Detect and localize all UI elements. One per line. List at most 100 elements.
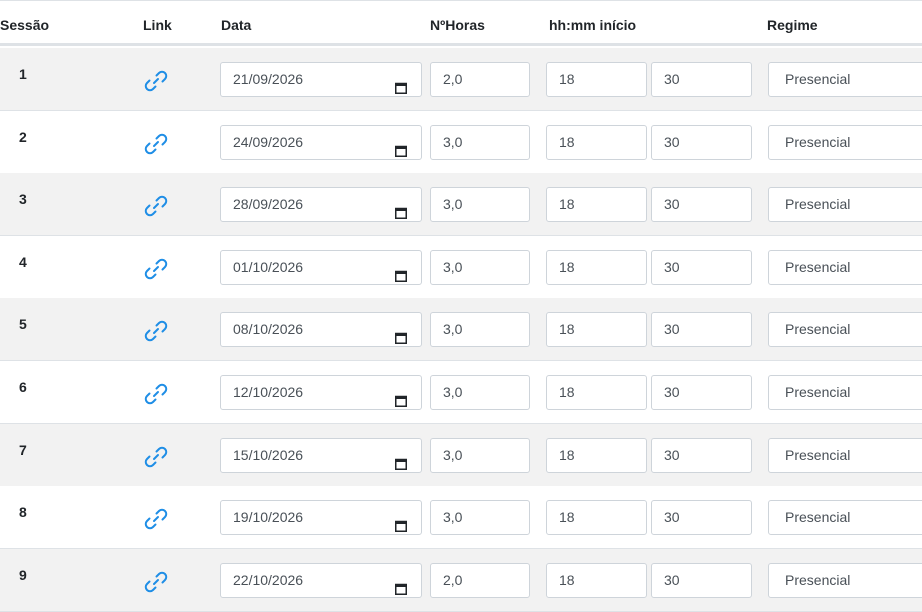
- start-minute-input[interactable]: 30: [651, 312, 752, 348]
- link-icon[interactable]: [143, 193, 169, 219]
- calendar-icon[interactable]: [395, 198, 407, 220]
- link-icon[interactable]: [143, 318, 169, 344]
- date-value: 22/10/2026: [233, 571, 304, 588]
- start-hour-value: 18: [559, 196, 575, 213]
- start-hour-input[interactable]: 18: [546, 375, 647, 410]
- calendar-icon[interactable]: [395, 511, 407, 533]
- start-hour-input[interactable]: 18: [546, 187, 647, 223]
- sessions-table: Sessão Link Data NºHoras hh:mm início Re…: [0, 0, 922, 612]
- start-minute-value: 30: [664, 196, 680, 213]
- date-input[interactable]: 24/09/2026: [220, 124, 422, 160]
- regime-select[interactable]: Presencial: [768, 562, 922, 598]
- calendar-icon[interactable]: [395, 386, 407, 407]
- table-row: 3 28/09/2026 3,0 18 30 Presencial: [0, 173, 922, 237]
- date-input[interactable]: 21/09/2026: [220, 62, 422, 97]
- start-minute-input[interactable]: 30: [651, 249, 752, 285]
- start-minute-input[interactable]: 30: [651, 124, 752, 160]
- link-icon[interactable]: [143, 68, 169, 94]
- hours-input[interactable]: 3,0: [430, 124, 530, 160]
- start-minute-input[interactable]: 30: [651, 187, 752, 223]
- header-data: Data: [221, 17, 252, 33]
- start-minute-input[interactable]: 30: [651, 562, 752, 598]
- date-value: 08/10/2026: [233, 321, 304, 338]
- calendar-icon[interactable]: [395, 261, 407, 282]
- session-number: 8: [19, 504, 27, 521]
- session-number: 1: [19, 66, 27, 82]
- date-value: 28/09/2026: [233, 196, 304, 213]
- start-hour-input[interactable]: 18: [546, 124, 647, 160]
- date-value: 12/10/2026: [233, 384, 304, 400]
- start-hour-value: 18: [559, 71, 575, 87]
- hours-input[interactable]: 3,0: [430, 312, 530, 348]
- start-hour-value: 18: [559, 446, 575, 463]
- regime-select[interactable]: Presencial: [768, 124, 922, 160]
- date-input[interactable]: 22/10/2026: [220, 562, 422, 598]
- start-hour-value: 18: [559, 133, 575, 150]
- start-hour-input[interactable]: 18: [546, 437, 647, 473]
- hours-value: 3,0: [443, 509, 463, 526]
- start-hour-input[interactable]: 18: [546, 562, 647, 598]
- link-icon[interactable]: [143, 131, 169, 157]
- header-hhmm-inicio: hh:mm início: [549, 17, 637, 33]
- date-input[interactable]: 01/10/2026: [220, 249, 422, 285]
- regime-select[interactable]: Presencial: [768, 312, 922, 348]
- hours-value: 3,0: [443, 321, 463, 338]
- link-icon[interactable]: [143, 256, 169, 282]
- regime-select[interactable]: Presencial: [768, 375, 922, 410]
- session-number: 6: [19, 379, 27, 395]
- hours-input[interactable]: 3,0: [430, 437, 530, 473]
- session-number: 7: [19, 441, 27, 458]
- hours-input[interactable]: 2,0: [430, 562, 530, 598]
- calendar-icon[interactable]: [395, 136, 407, 157]
- link-icon[interactable]: [143, 381, 169, 407]
- start-hour-input[interactable]: 18: [546, 312, 647, 348]
- start-hour-input[interactable]: 18: [546, 249, 647, 285]
- calendar-icon[interactable]: [395, 323, 407, 345]
- hours-value: 3,0: [443, 258, 463, 275]
- table-row: 8 19/10/2026 3,0 18 30 Presencial: [0, 486, 922, 550]
- link-icon[interactable]: [143, 444, 169, 470]
- calendar-icon[interactable]: [395, 73, 407, 94]
- hours-input[interactable]: 2,0: [430, 62, 530, 97]
- header-sessao: Sessão: [0, 17, 50, 33]
- regime-value: Presencial: [785, 196, 851, 213]
- date-input[interactable]: 28/09/2026: [220, 187, 422, 223]
- hours-input[interactable]: 3,0: [430, 187, 530, 223]
- start-minute-input[interactable]: 30: [651, 437, 752, 473]
- hours-value: 2,0: [443, 71, 463, 87]
- date-value: 24/09/2026: [233, 133, 304, 150]
- start-minute-input[interactable]: 30: [651, 375, 752, 410]
- hours-input[interactable]: 3,0: [430, 500, 530, 536]
- start-hour-input[interactable]: 18: [546, 62, 647, 97]
- date-input[interactable]: 12/10/2026: [220, 375, 422, 410]
- regime-select[interactable]: Presencial: [768, 62, 922, 97]
- regime-value: Presencial: [785, 509, 851, 526]
- hours-value: 3,0: [443, 133, 463, 150]
- date-input[interactable]: 15/10/2026: [220, 437, 422, 473]
- regime-select[interactable]: Presencial: [768, 249, 922, 285]
- date-input[interactable]: 19/10/2026: [220, 500, 422, 536]
- regime-select[interactable]: Presencial: [768, 437, 922, 473]
- link-icon[interactable]: [143, 569, 169, 595]
- calendar-icon[interactable]: [395, 574, 407, 595]
- regime-select[interactable]: Presencial: [768, 187, 922, 223]
- header-link: Link: [143, 17, 172, 33]
- start-minute-value: 30: [664, 571, 680, 588]
- hours-input[interactable]: 3,0: [430, 375, 530, 410]
- start-minute-input[interactable]: 30: [651, 500, 752, 536]
- regime-value: Presencial: [785, 446, 851, 463]
- link-icon[interactable]: [143, 506, 169, 532]
- start-minute-input[interactable]: 30: [651, 62, 752, 97]
- hours-input[interactable]: 3,0: [430, 249, 530, 285]
- start-hour-value: 18: [559, 571, 575, 588]
- calendar-icon[interactable]: [395, 449, 407, 470]
- header-horas: NºHoras: [430, 17, 485, 33]
- start-hour-value: 18: [559, 509, 575, 526]
- start-minute-value: 30: [664, 446, 680, 463]
- regime-select[interactable]: Presencial: [768, 500, 922, 536]
- start-hour-input[interactable]: 18: [546, 500, 647, 536]
- session-number: 5: [19, 316, 27, 333]
- date-input[interactable]: 08/10/2026: [220, 312, 422, 348]
- session-number: 9: [19, 566, 27, 583]
- start-hour-value: 18: [559, 321, 575, 338]
